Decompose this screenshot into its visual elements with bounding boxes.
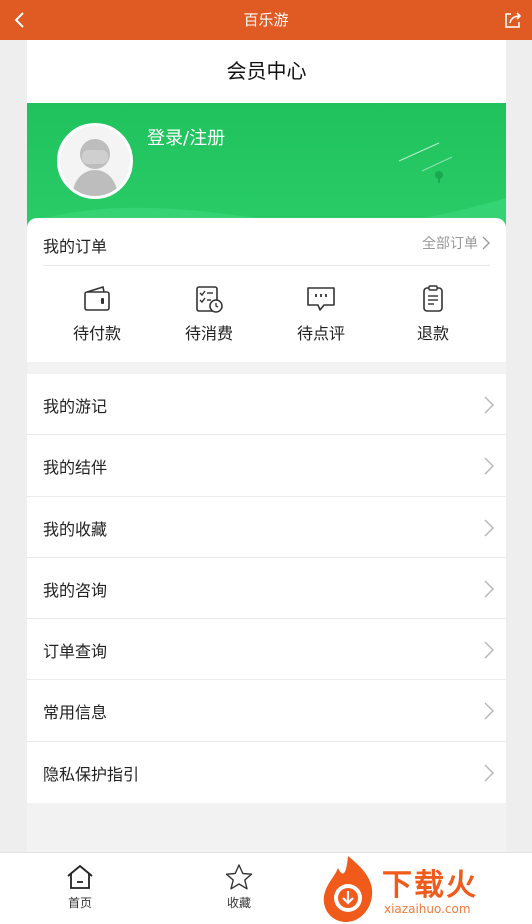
order-item-label: 退款 xyxy=(416,324,449,343)
menu-item-label: 我的结伴 xyxy=(43,458,108,478)
order-item-label: 待点评 xyxy=(296,324,345,343)
menu-item-common-info[interactable]: 常用信息 xyxy=(27,680,506,742)
star-icon xyxy=(225,864,253,890)
order-refund[interactable]: 退款 xyxy=(378,276,488,356)
login-register-link[interactable]: 登录/注册 xyxy=(147,124,225,150)
orders-card: 我的订单 全部订单 待付款 待消费 待点评 退款 xyxy=(27,218,506,362)
page-title: 会员中心 xyxy=(27,40,506,103)
tab-label: 收藏 xyxy=(226,896,251,910)
menu-item-travel-companions[interactable]: 我的结伴 xyxy=(27,435,506,497)
home-icon xyxy=(67,865,93,889)
chevron-right-icon xyxy=(484,764,494,782)
menu-item-label: 我的游记 xyxy=(43,397,108,416)
comment-icon xyxy=(307,287,335,311)
tab-label: 首页 xyxy=(67,896,92,910)
chevron-right-icon xyxy=(484,519,494,537)
order-item-label: 待消费 xyxy=(184,324,233,343)
member-center-panel: 会员中心 登录/注册 我的订单 全部订单 待付款 待消费 待点评 退款 我的游记… xyxy=(27,40,506,852)
chevron-right-icon xyxy=(482,236,490,250)
member-menu-list: 我的游记 我的结伴 我的收藏 我的咨询 订单查询 常用信息 隐私保护指引 xyxy=(27,374,506,804)
orders-title: 我的订单 xyxy=(43,237,108,256)
menu-item-label: 常用信息 xyxy=(43,703,108,723)
chevron-right-icon xyxy=(484,702,494,720)
chevron-right-icon xyxy=(484,457,494,475)
menu-item-travel-notes[interactable]: 我的游记 xyxy=(27,374,506,436)
chevron-right-icon xyxy=(484,580,494,598)
menu-item-label: 隐私保护指引 xyxy=(43,764,140,784)
tab-favorites[interactable]: 收藏 xyxy=(199,853,279,924)
menu-item-privacy-guide[interactable]: 隐私保护指引 xyxy=(27,742,506,803)
flame-logo-icon xyxy=(323,856,373,922)
order-item-label: 待付款 xyxy=(72,324,121,343)
order-pending-review[interactable]: 待点评 xyxy=(266,276,376,356)
all-orders-label: 全部订单 xyxy=(422,236,478,252)
menu-item-inquiries[interactable]: 我的咨询 xyxy=(27,558,506,620)
menu-item-order-query[interactable]: 订单查询 xyxy=(27,619,506,681)
chevron-right-icon xyxy=(484,641,494,659)
app-title: 百乐游 xyxy=(243,11,289,29)
all-orders-link[interactable]: 全部订单 xyxy=(422,233,490,253)
tab-home[interactable]: 首页 xyxy=(40,853,120,924)
watermark: 下载火 xiazaihuo.com xyxy=(316,852,532,924)
menu-item-favorites[interactable]: 我的收藏 xyxy=(27,497,506,558)
menu-item-label: 订单查询 xyxy=(43,642,108,662)
refund-clipboard-icon xyxy=(423,285,443,312)
default-avatar-icon xyxy=(72,139,118,196)
top-bar: 百乐游 xyxy=(0,0,532,40)
avatar[interactable] xyxy=(57,123,133,199)
watermark-url: xiazaihuo.com xyxy=(384,902,471,916)
chevron-right-icon xyxy=(484,396,494,414)
share-icon[interactable] xyxy=(502,9,524,31)
order-pending-payment[interactable]: 待付款 xyxy=(42,276,152,356)
wallet-icon xyxy=(84,285,110,311)
orders-header: 我的订单 全部订单 xyxy=(43,218,490,266)
menu-item-label: 我的收藏 xyxy=(43,519,108,539)
checklist-clock-icon xyxy=(196,286,223,313)
menu-item-label: 我的咨询 xyxy=(43,580,108,600)
watermark-text: 下载火 xyxy=(382,868,478,903)
order-pending-consumption[interactable]: 待消费 xyxy=(154,276,264,356)
